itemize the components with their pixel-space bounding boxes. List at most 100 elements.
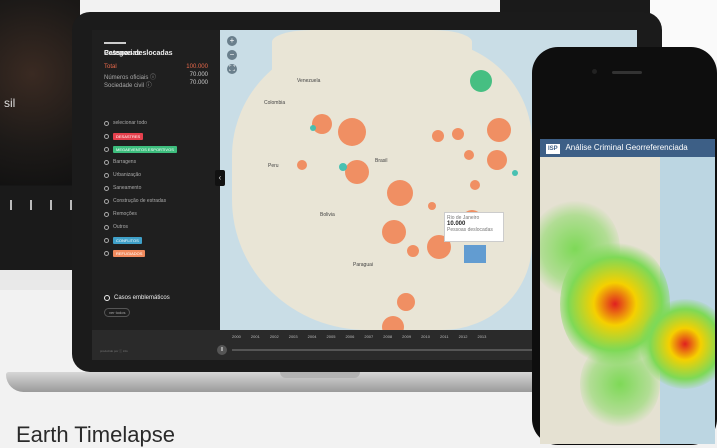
category-item[interactable]: REFUGIADOS bbox=[104, 250, 146, 257]
map-label: Brasil bbox=[375, 158, 388, 164]
radio-icon bbox=[104, 120, 109, 126]
radio-icon bbox=[104, 211, 109, 217]
map-label: Peru bbox=[268, 163, 279, 169]
radio-icon bbox=[104, 295, 110, 301]
caption: Earth Timelapse bbox=[16, 422, 175, 447]
map-bubble[interactable] bbox=[428, 202, 436, 210]
map-bubble[interactable] bbox=[338, 118, 366, 146]
category-item[interactable]: selecionar todo bbox=[104, 120, 147, 126]
hovered-marker[interactable] bbox=[464, 245, 486, 263]
category-label: Saneamento bbox=[113, 185, 142, 191]
category-item[interactable]: MEGAEVENTOS ESPORTIVOS bbox=[104, 146, 177, 153]
map-bubble[interactable] bbox=[487, 118, 511, 142]
stat-value: 70.000 bbox=[189, 72, 208, 78]
collapse-panel-button[interactable]: ‹ bbox=[215, 170, 225, 186]
category-label: Remoções bbox=[113, 211, 137, 217]
timeline-year[interactable]: 2008 bbox=[383, 334, 392, 339]
map-bubble[interactable] bbox=[470, 70, 492, 92]
timeline-year[interactable]: 2004 bbox=[308, 334, 317, 339]
radio-icon bbox=[104, 134, 109, 139]
map-tooltip: Rio de Janeiro 10.000 Pessoas deslocadas bbox=[444, 212, 504, 242]
timeline-tick bbox=[10, 200, 12, 210]
timeline-year[interactable]: 2007 bbox=[364, 334, 373, 339]
app-title: Análise Criminal Georreferenciada bbox=[565, 143, 688, 152]
category-label: MEGAEVENTOS ESPORTIVOS bbox=[113, 146, 177, 153]
map-bubble[interactable] bbox=[339, 163, 347, 171]
phone-screen: ISP Análise Criminal Georreferenciada bbox=[540, 139, 715, 444]
radio-icon bbox=[104, 238, 109, 243]
emblematic-label: Casos emblemáticos bbox=[114, 295, 170, 301]
category-item[interactable]: Saneamento bbox=[104, 185, 141, 191]
fullscreen-button[interactable]: ⛶ bbox=[227, 64, 237, 74]
timeline-tick bbox=[30, 200, 32, 210]
timeline-year[interactable]: 2013 bbox=[477, 334, 486, 339]
tooltip-subtitle: Pessoas deslocadas bbox=[447, 227, 493, 233]
map-bubble[interactable] bbox=[310, 125, 316, 131]
stat-total: Total 100.000 bbox=[104, 64, 214, 70]
map-bubble[interactable] bbox=[297, 160, 307, 170]
category-item[interactable]: Barragens bbox=[104, 159, 136, 165]
stat-civil: Sociedade civil ⓘ 70.000 bbox=[104, 80, 214, 89]
stat-value: 70.000 bbox=[189, 80, 208, 86]
zoom-out-button[interactable]: − bbox=[227, 50, 237, 60]
stat-value: 100.000 bbox=[186, 64, 208, 70]
view-all-button[interactable]: ver todos bbox=[104, 308, 131, 317]
panel-accent-line bbox=[104, 42, 126, 44]
radio-icon bbox=[104, 185, 109, 191]
timeline-years: 2000 2001 2002 2003 2004 2005 2006 2007 2008 2009… bbox=[232, 334, 486, 339]
category-item[interactable]: Construção de estradas bbox=[104, 198, 166, 204]
zoom-in-button[interactable]: + bbox=[227, 36, 237, 46]
background-monitor-timeline bbox=[0, 186, 80, 270]
laptop-notch bbox=[280, 372, 360, 378]
map-bubble[interactable] bbox=[407, 245, 419, 257]
map-bubble[interactable] bbox=[312, 114, 332, 134]
category-item[interactable]: Outros bbox=[104, 224, 128, 230]
map-bubble[interactable] bbox=[452, 128, 464, 140]
timeline-year[interactable]: 2011 bbox=[440, 334, 449, 339]
timeline-tick bbox=[50, 200, 52, 210]
stat-label: Total bbox=[104, 64, 117, 70]
category-label: Outros bbox=[113, 224, 129, 230]
map-bubble[interactable] bbox=[397, 293, 415, 311]
map-bubble[interactable] bbox=[432, 130, 444, 142]
map-label: Bolivia bbox=[320, 212, 335, 218]
timeline-year[interactable]: 2005 bbox=[327, 334, 336, 339]
map-label: Venezuela bbox=[297, 78, 321, 84]
credit-text: produzido por ⓘ info bbox=[100, 349, 128, 353]
timeline-year[interactable]: 2006 bbox=[345, 334, 354, 339]
timeline-year[interactable]: 2010 bbox=[421, 334, 430, 339]
map-bubble[interactable] bbox=[487, 150, 507, 170]
phone-app-header: ISP Análise Criminal Georreferenciada bbox=[540, 139, 715, 157]
background-monitor: sil bbox=[0, 0, 80, 270]
category-label: CONFLITOS bbox=[113, 237, 142, 244]
radio-icon bbox=[104, 147, 109, 152]
radio-icon bbox=[104, 251, 109, 256]
category-item[interactable]: CONFLITOS bbox=[104, 237, 142, 244]
heatmap-blob bbox=[580, 339, 660, 429]
category-item[interactable]: DESASTRES bbox=[104, 133, 144, 140]
category-label: Barragens bbox=[113, 159, 137, 165]
map-bubble[interactable] bbox=[470, 180, 480, 190]
timeline-year[interactable]: 2012 bbox=[459, 334, 468, 339]
category-item[interactable]: Remoções bbox=[104, 211, 137, 217]
pause-button[interactable]: II bbox=[217, 345, 227, 355]
categories-title: Categorias bbox=[104, 50, 141, 57]
map-bubble[interactable] bbox=[387, 180, 413, 206]
phone-speaker bbox=[612, 71, 642, 74]
category-item[interactable]: Urbanização bbox=[104, 172, 141, 178]
map-bubble[interactable] bbox=[512, 170, 518, 176]
timeline-year[interactable]: 2009 bbox=[402, 334, 411, 339]
category-label: Urbanização bbox=[113, 172, 142, 178]
background-monitor-map bbox=[0, 0, 80, 185]
timeline-year[interactable]: 2002 bbox=[270, 334, 279, 339]
map-bubble[interactable] bbox=[464, 150, 474, 160]
timeline-year[interactable]: 2001 bbox=[251, 334, 260, 339]
map-bubble[interactable] bbox=[382, 220, 406, 244]
phone-frame: ISP Análise Criminal Georreferenciada bbox=[532, 47, 717, 445]
timeline-year[interactable]: 2000 bbox=[232, 334, 241, 339]
map-bubble[interactable] bbox=[345, 160, 369, 184]
phone-camera bbox=[592, 69, 597, 74]
category-label: selecionar todo bbox=[113, 120, 147, 126]
emblematic-cases-option[interactable]: Casos emblemáticos bbox=[104, 295, 170, 301]
timeline-year[interactable]: 2003 bbox=[289, 334, 298, 339]
